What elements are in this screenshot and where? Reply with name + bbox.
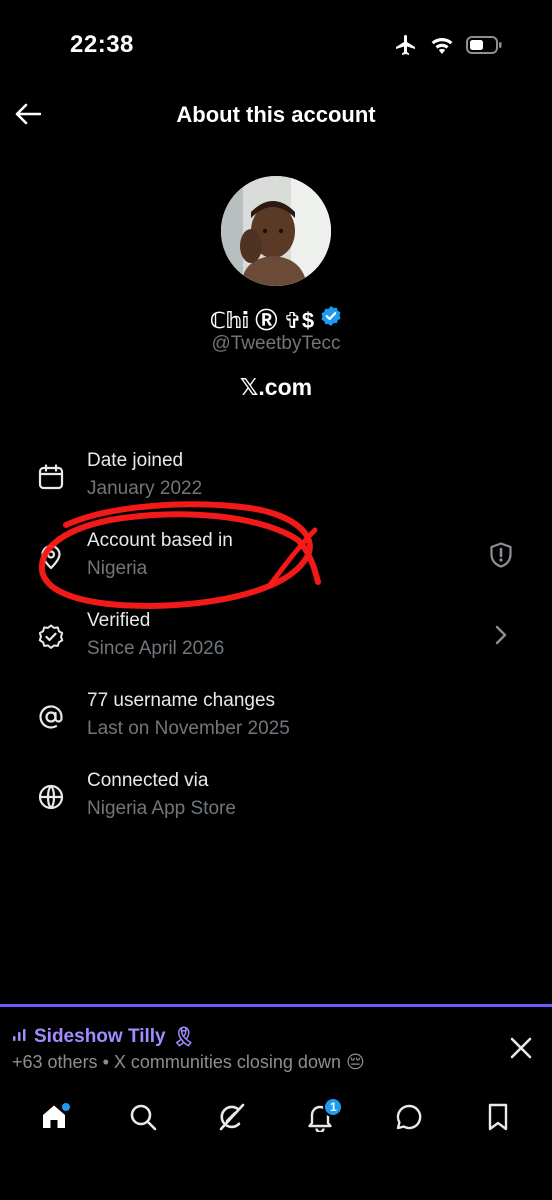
- verified-badge-icon: [320, 305, 342, 333]
- globe-icon: [34, 780, 68, 814]
- username-changes-value: Last on November 2025: [87, 718, 290, 739]
- audio-bars-icon: [12, 1026, 28, 1048]
- nav-chat[interactable]: [385, 1095, 433, 1143]
- nav-bookmarks[interactable]: [474, 1095, 522, 1143]
- website-link[interactable]: 𝕏.com: [0, 374, 552, 401]
- verified-value: Since April 2026: [87, 638, 225, 659]
- display-name: ℂ𝕙𝕚 Ⓡ ✞$: [209, 308, 315, 333]
- connected-via-value: Nigeria App Store: [87, 798, 236, 819]
- header: About this account: [0, 92, 552, 140]
- bookmark-icon: [485, 1102, 511, 1137]
- date-joined-label: Date joined: [87, 450, 184, 471]
- account-based-value: Nigeria: [87, 558, 148, 579]
- location-pin-icon: [34, 540, 68, 574]
- bottom-nav: 1: [0, 1086, 552, 1152]
- handle: @TweetbyTecc: [211, 333, 341, 354]
- close-icon: [510, 1037, 532, 1064]
- screen: 22:38 About this account ℂ𝕙𝕚 Ⓡ ✞$ @Tweet…: [0, 0, 552, 1200]
- nav-grok[interactable]: [208, 1095, 256, 1143]
- spaces-bar[interactable]: Sideshow Tilly 🎗 +63 others • X communit…: [0, 1004, 552, 1082]
- status-icons: [394, 33, 502, 57]
- info-verified[interactable]: Verified Since April 2026: [0, 610, 552, 674]
- battery-icon: [466, 35, 502, 55]
- shield-info-button[interactable]: [484, 540, 518, 574]
- chat-bubble-icon: [394, 1102, 424, 1137]
- page-title: About this account: [176, 102, 376, 127]
- search-icon: [128, 1102, 158, 1137]
- verified-chevron[interactable]: [484, 620, 518, 654]
- status-time: 22:38: [70, 31, 134, 58]
- wifi-icon: [430, 35, 454, 55]
- spaces-title: Sideshow Tilly: [34, 1026, 166, 1047]
- grok-icon: [216, 1101, 248, 1138]
- ribbon-emoji: 🎗: [171, 1027, 196, 1048]
- nav-home[interactable]: [30, 1095, 78, 1143]
- chevron-right-icon: [492, 623, 510, 652]
- info-account-based: Account based in Nigeria: [0, 530, 552, 594]
- calendar-icon: [34, 460, 68, 494]
- notifications-badge: 1: [323, 1097, 344, 1117]
- info-date-joined: Date joined January 2022: [0, 450, 552, 514]
- account-based-label: Account based in: [87, 530, 233, 551]
- display-name-row: ℂ𝕙𝕚 Ⓡ ✞$: [0, 303, 552, 335]
- airplane-icon: [394, 33, 418, 57]
- verified-outline-icon: [34, 620, 68, 654]
- at-sign-icon: [34, 700, 68, 734]
- info-connected-via: Connected via Nigeria App Store: [0, 770, 552, 834]
- date-joined-value: January 2022: [87, 478, 203, 499]
- verified-label: Verified: [87, 610, 151, 631]
- shield-alert-icon: [487, 541, 515, 574]
- nav-notifications[interactable]: 1: [296, 1095, 344, 1143]
- spaces-subtitle: +63 others • X communities closing down …: [12, 1052, 365, 1072]
- connected-via-label: Connected via: [87, 770, 209, 791]
- nav-search[interactable]: [119, 1095, 167, 1143]
- username-changes-label: 77 username changes: [87, 690, 276, 711]
- status-bar: 22:38: [0, 0, 552, 90]
- spaces-close-button[interactable]: [504, 1033, 538, 1067]
- info-username-changes: 77 username changes Last on November 202…: [0, 690, 552, 754]
- avatar[interactable]: [221, 176, 331, 286]
- spaces-title-row: Sideshow Tilly 🎗: [12, 1025, 196, 1049]
